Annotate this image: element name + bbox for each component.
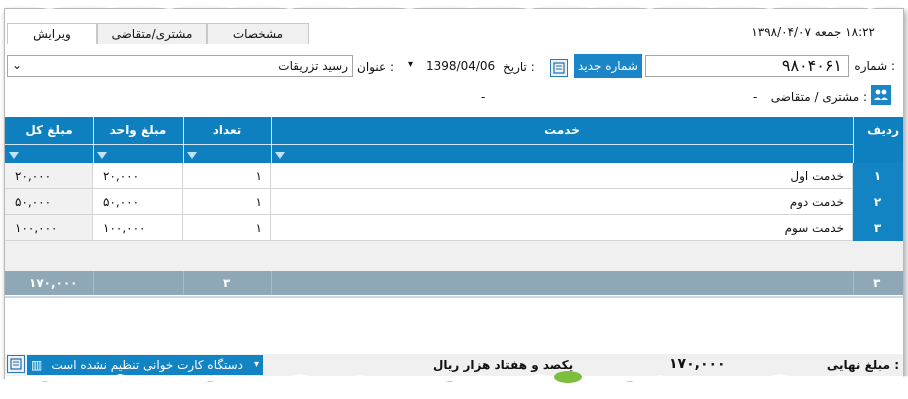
filter-icon[interactable] (187, 152, 197, 159)
cell-unit[interactable]: ۵۰,۰۰۰ (93, 189, 183, 215)
main-window: ویرایش مشتری/متقاضی مشخصات ۱۸:۲۲ جمعه ۱۳… (4, 8, 904, 382)
title-label: عنوان : (357, 60, 394, 74)
number-label: شماره : (854, 59, 895, 73)
customer-label: مشتری / متقاضی : (770, 90, 867, 104)
col-unit-header[interactable]: مبلغ واحد (93, 117, 183, 163)
col-service-header[interactable]: خدمت (271, 117, 853, 163)
cell-service[interactable]: خدمت سوم (271, 215, 853, 241)
tab-specs-label: مشخصات (232, 27, 284, 41)
cell-qty[interactable]: ۱ (183, 163, 271, 189)
footer-divider (5, 296, 903, 298)
table-footer: ۱۷۰,۰۰۰ ۳ ۳ (5, 271, 903, 295)
title-value: رسید تزریقات (278, 59, 348, 73)
title-select[interactable]: ⌄ رسید تزریقات (7, 55, 353, 77)
cell-total[interactable]: ۵۰,۰۰۰ (5, 189, 93, 215)
tab-edit[interactable]: ویرایش (7, 23, 97, 44)
col-qty-header[interactable]: تعداد (183, 117, 271, 163)
customer-extra: - (481, 90, 486, 104)
datetime-display: ۱۸:۲۲ جمعه ۱۳۹۸/۰۴/۰۷ (751, 25, 875, 39)
table-row[interactable]: ۲۰,۰۰۰ ۲۰,۰۰۰ ۱ خدمت اول ۱ (5, 163, 903, 189)
date-field[interactable]: ▾ 1398/04/06 (403, 55, 499, 77)
cell-index[interactable]: ۳ (853, 215, 903, 241)
cell-qty[interactable]: ۱ (183, 215, 271, 241)
cell-service[interactable]: خدمت اول (271, 163, 853, 189)
cell-total[interactable]: ۱۰۰,۰۰۰ (5, 215, 93, 241)
number-field[interactable]: ۹۸۰۴۰۶۱ (645, 55, 849, 77)
table-row[interactable]: ۱۰۰,۰۰۰ ۱۰۰,۰۰۰ ۱ خدمت سوم ۳ (5, 215, 903, 241)
cell-index[interactable]: ۱ (853, 163, 903, 189)
footer-qty: ۳ (223, 276, 231, 290)
customer-value: - (753, 90, 758, 104)
tab-customer[interactable]: مشتری/متقاضی (97, 23, 207, 44)
torn-edge-bottom (0, 371, 908, 399)
col-index-header[interactable]: ردیف (853, 117, 903, 163)
filter-icon[interactable] (9, 152, 19, 159)
col-total-header[interactable]: مبلغ کل (5, 117, 93, 163)
table-empty-area (5, 241, 903, 271)
date-label: تاریخ : (503, 60, 535, 74)
date-dropdown-chevron-icon[interactable]: ▾ (408, 59, 413, 70)
filter-icon[interactable] (275, 152, 285, 159)
green-decoration (554, 371, 582, 383)
new-number-button-label: شماره جدید (578, 59, 638, 73)
tab-specs[interactable]: مشخصات (207, 23, 309, 44)
calendar-icon[interactable] (550, 59, 568, 77)
customer-group-icon[interactable] (871, 85, 891, 105)
tab-strip: ویرایش مشتری/متقاضی مشخصات ۱۸:۲۲ جمعه ۱۳… (5, 23, 903, 45)
torn-edge-top (0, 0, 908, 9)
filter-icon[interactable] (97, 152, 107, 159)
tab-customer-label: مشتری/متقاضی (111, 27, 193, 41)
date-value: 1398/04/06 (426, 59, 496, 73)
cell-total[interactable]: ۲۰,۰۰۰ (5, 163, 93, 189)
footer-count: ۳ (873, 276, 881, 290)
tab-edit-label: ویرایش (33, 27, 71, 41)
title-chevron-down-icon[interactable]: ⌄ (12, 58, 22, 72)
footer-total: ۱۷۰,۰۰۰ (29, 276, 78, 290)
cell-service[interactable]: خدمت دوم (271, 189, 853, 215)
cell-unit[interactable]: ۱۰۰,۰۰۰ (93, 215, 183, 241)
cell-unit[interactable]: ۲۰,۰۰۰ (93, 163, 183, 189)
new-number-button[interactable]: شماره جدید (574, 54, 642, 78)
table-row[interactable]: ۵۰,۰۰۰ ۵۰,۰۰۰ ۱ خدمت دوم ۲ (5, 189, 903, 215)
cell-index[interactable]: ۲ (853, 189, 903, 215)
cell-qty[interactable]: ۱ (183, 189, 271, 215)
